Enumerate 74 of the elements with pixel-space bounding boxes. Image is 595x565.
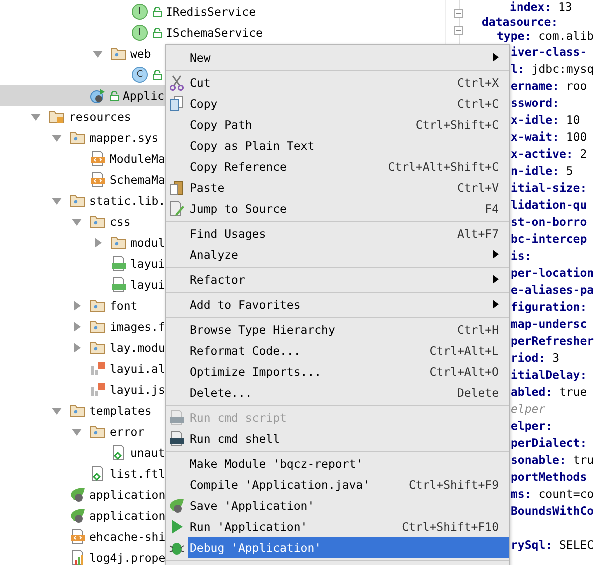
yaml-value: roo	[566, 78, 588, 92]
yaml-key: elper:	[511, 418, 553, 432]
yaml-key: figuration:	[511, 300, 588, 314]
yaml-value: true	[559, 384, 588, 398]
interface-icon: I	[132, 4, 148, 20]
yaml-key: itial-size:	[511, 180, 588, 194]
tree-item-label: unaut	[130, 446, 166, 460]
yaml-value: tru	[573, 452, 594, 466]
tree-item-label: layui.al	[110, 362, 166, 376]
tree-item-label: application	[90, 488, 166, 502]
yaml-key: l:	[511, 62, 525, 76]
yaml-value: 5	[566, 164, 574, 178]
yaml-value: count=co	[538, 486, 594, 500]
yaml-key: ername:	[511, 78, 560, 92]
tree-item-label: Applic	[123, 88, 165, 102]
yaml-value: 3	[552, 350, 560, 364]
tree-item-label: ehcache-shi	[90, 530, 166, 544]
tree-item-label: layui.js	[110, 382, 166, 396]
yaml-key: x-wait:	[511, 130, 560, 144]
tree-item-label: application	[90, 508, 166, 522]
yaml-value: jdbc:mysq	[532, 62, 594, 76]
tree-item-label: lay.modu	[110, 340, 166, 354]
tree-item-label: error	[110, 424, 145, 438]
yaml-key: portMethods	[511, 470, 588, 484]
tree-item-label: layui	[130, 278, 166, 292]
tree-item-label: modul	[130, 236, 166, 250]
yaml-key: BoundsWithCo	[511, 504, 594, 518]
yaml-key: n-idle:	[511, 164, 560, 178]
tree-item-label: web	[130, 46, 152, 60]
yaml-key: itialDelay:	[511, 368, 588, 382]
yaml-key: map-undersc	[511, 316, 588, 330]
tree-item-label: images.f	[110, 320, 166, 334]
yaml-key: e-aliases-pa	[511, 282, 594, 296]
yaml-key: riod:	[511, 350, 546, 364]
yaml-key: ms:	[511, 486, 532, 500]
tree-item-label: layui	[130, 256, 166, 270]
yaml-key: type:	[497, 29, 532, 43]
tree-item-label: font	[110, 298, 138, 312]
tree-item-label: mapper.sys	[90, 130, 159, 144]
tree-item-label: templates	[90, 404, 152, 418]
tree-item-label: list.ftl	[110, 466, 166, 480]
yaml-value: 2	[580, 146, 588, 160]
tree-item-label: SchemaMa	[110, 172, 166, 186]
yaml-key: x-active:	[511, 146, 574, 160]
tree-item-label: log4j.prope	[90, 550, 166, 564]
yaml-value: 10	[566, 112, 580, 126]
yaml-key: is:	[511, 248, 532, 262]
tree-item-label: ISchemaService	[166, 26, 263, 40]
yaml-key: iver-class-	[511, 44, 588, 58]
yaml-key: bc-intercep	[511, 232, 588, 246]
yaml-value: 13	[558, 0, 572, 14]
yaml-key: abled:	[511, 384, 553, 398]
yaml-key: st-on-borro	[511, 214, 588, 228]
yaml-key: perDialect:	[511, 436, 588, 450]
yaml-value: SELEC	[559, 538, 594, 552]
tree-item-label: ModuleMa	[110, 152, 166, 166]
yaml-key: x-idle:	[511, 112, 560, 126]
yaml-key: per-location	[511, 266, 594, 280]
yaml-key: perRefresher	[511, 334, 594, 348]
tree-item-label: IRedisService	[166, 4, 256, 18]
yaml-key: ssword:	[511, 96, 560, 110]
tree-item-label: css	[110, 214, 131, 228]
yaml-key: rySql:	[511, 538, 553, 552]
tree-item-label: resources	[69, 110, 132, 124]
yaml-key: datasource:	[482, 14, 558, 28]
yaml-key: lidation-qu	[511, 198, 588, 212]
yaml-key: index:	[510, 0, 552, 14]
class-icon: C	[132, 66, 148, 82]
tree-item-label: static.lib.	[90, 194, 166, 208]
yaml-value: 100	[566, 130, 588, 144]
code-comment: elper	[511, 402, 546, 416]
yaml-value: com.alib	[538, 29, 594, 43]
yaml-key: sonable:	[511, 452, 566, 466]
interface-icon: I	[132, 24, 148, 40]
